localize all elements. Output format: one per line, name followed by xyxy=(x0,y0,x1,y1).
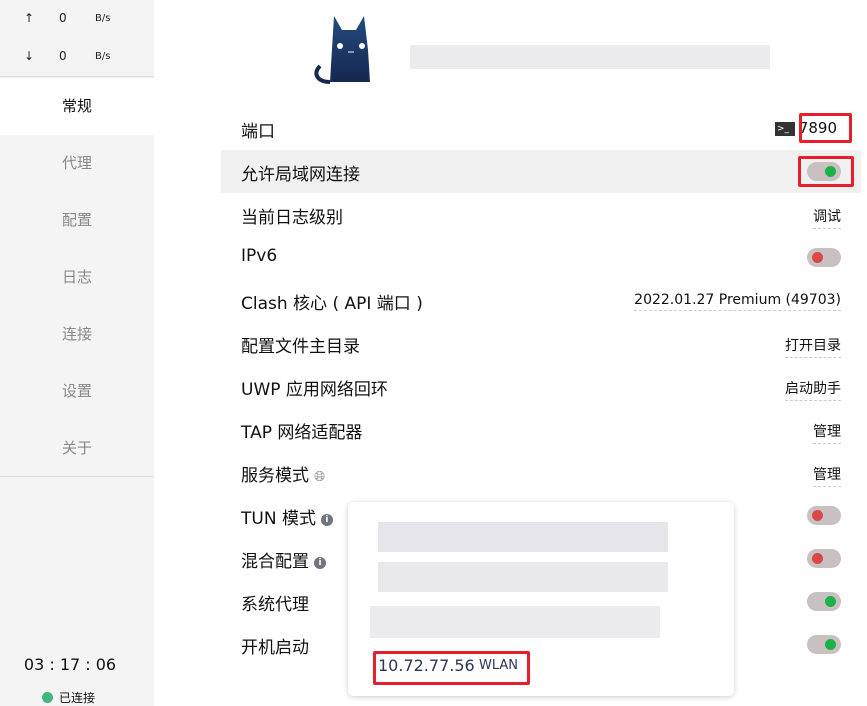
setting-label: TAP 网络适配器 xyxy=(241,423,363,443)
setting-row: 服务模式 🌐︎ 管理 xyxy=(221,451,861,494)
nav-settings[interactable]: 设置 xyxy=(0,363,154,420)
setting-value[interactable]: 打开目录 xyxy=(785,335,841,358)
setting-label: Clash 核心 ( API 端口 ) xyxy=(241,294,423,314)
nav-general[interactable]: 常规 xyxy=(0,78,154,135)
setting-label: 端口 xyxy=(241,122,275,142)
connection-status: 已连接 xyxy=(42,689,95,706)
redacted-content xyxy=(378,562,668,592)
nav-connections[interactable]: 连接 xyxy=(0,306,154,363)
header xyxy=(300,10,770,89)
setting-value[interactable]: 2022.01.27 Premium (49703) xyxy=(634,292,841,311)
highlight-port xyxy=(799,113,852,143)
setting-toggle[interactable] xyxy=(807,549,841,568)
globe-icon[interactable]: 🌐︎ xyxy=(314,469,325,485)
upload-value: 0 xyxy=(59,11,67,25)
setting-row: Clash 核心 ( API 端口 ) 2022.01.27 Premium (4… xyxy=(221,279,861,322)
status-dot-icon xyxy=(42,692,53,703)
clash-cat-logo-icon xyxy=(314,16,370,84)
setting-toggle[interactable] xyxy=(807,506,841,525)
setting-value[interactable]: 管理 xyxy=(813,464,841,487)
setting-label: 服务模式 🌐︎ xyxy=(241,466,326,486)
setting-label: TUN 模式 i xyxy=(241,504,333,529)
up-arrow-icon: ↑ xyxy=(24,11,35,25)
setting-row: IPv6 xyxy=(221,236,861,279)
setting-row: 配置文件主目录 打开目录 xyxy=(221,322,861,365)
divider xyxy=(0,476,154,477)
setting-label: UWP 应用网络回环 xyxy=(241,380,388,400)
nav-logs[interactable]: 日志 xyxy=(0,249,154,306)
highlight-ip xyxy=(373,651,530,685)
setting-toggle[interactable] xyxy=(807,592,841,611)
setting-value[interactable]: 启动助手 xyxy=(785,378,841,401)
download-unit: B/s xyxy=(95,51,111,62)
info-icon[interactable]: i xyxy=(314,557,326,569)
setting-toggle[interactable] xyxy=(807,248,841,267)
redacted-content xyxy=(370,606,660,638)
setting-label: 配置文件主目录 xyxy=(241,337,360,357)
download-speed: ↓ 0 B/s xyxy=(0,38,154,76)
down-arrow-icon: ↓ xyxy=(24,49,35,63)
upload-speed: ↑ 0 B/s xyxy=(0,0,154,38)
setting-label: 允许局域网连接 xyxy=(241,165,360,185)
download-value: 0 xyxy=(59,49,67,63)
setting-label: 开机启动 xyxy=(241,638,309,658)
uptime-clock: 03 : 17 : 06 xyxy=(23,655,117,674)
redacted-title xyxy=(410,45,770,69)
nav-about[interactable]: 关于 xyxy=(0,420,154,477)
terminal-icon[interactable]: >_ xyxy=(775,122,795,136)
setting-value[interactable]: 管理 xyxy=(813,421,841,444)
highlight-lan-toggle xyxy=(798,156,854,187)
upload-unit: B/s xyxy=(95,13,111,24)
setting-row: 端口 >_ 7890 xyxy=(221,107,861,150)
setting-row: 当前日志级别 调试 xyxy=(221,193,861,236)
sidebar: ↑ 0 B/s ↓ 0 B/s 常规 代理 配置 日志 连接 设置 关于 03 … xyxy=(0,0,154,706)
setting-toggle[interactable] xyxy=(807,635,841,654)
nav-profiles[interactable]: 配置 xyxy=(0,192,154,249)
setting-label: 混合配置 i xyxy=(241,547,326,572)
setting-label: IPv6 xyxy=(241,246,278,266)
divider xyxy=(0,76,154,77)
ip-popup: 10.72.77.56 WLAN xyxy=(348,502,734,696)
setting-label: 当前日志级别 xyxy=(241,208,343,228)
redacted-content xyxy=(378,522,668,552)
setting-row: 允许局域网连接 xyxy=(221,150,861,193)
setting-row: UWP 应用网络回环 启动助手 xyxy=(221,365,861,408)
setting-label: 系统代理 xyxy=(241,595,309,615)
setting-row: TAP 网络适配器 管理 xyxy=(221,408,861,451)
info-icon[interactable]: i xyxy=(320,514,333,526)
nav-proxies[interactable]: 代理 xyxy=(0,135,154,192)
status-text: 已连接 xyxy=(59,691,96,705)
setting-value[interactable]: 调试 xyxy=(813,206,841,229)
